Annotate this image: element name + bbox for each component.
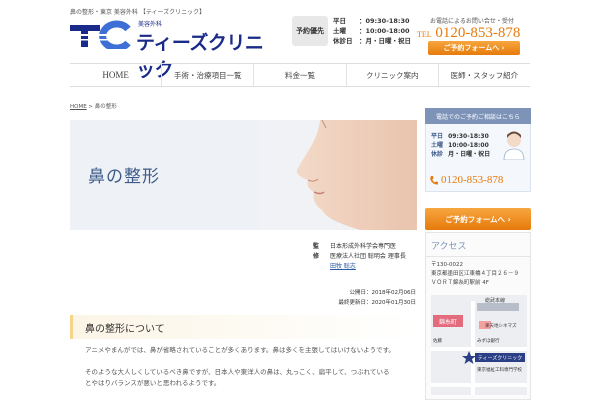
sidebar-reservation-button[interactable]: ご予約フォームへ › bbox=[425, 208, 531, 230]
nav-home[interactable]: HOME bbox=[70, 64, 161, 86]
breadcrumb-current: 鼻の整形 bbox=[94, 104, 117, 110]
sidebar-hours-day: 土曜 bbox=[431, 142, 444, 149]
map-drawing: 錦糸町 総武本線 楽天地シネマズ みずほ銀行 佐藤 ティーズクリニック 東京福祉… bbox=[431, 295, 527, 395]
sidebar-contact: 電話でのご予約ご相談はこちら 平日 09:30-18:30 土曜 10:00-1… bbox=[425, 108, 531, 230]
article-dates: 公開日：2018年02月06日 最終更新日：2020年01月30日 bbox=[334, 288, 417, 308]
breadcrumb-home[interactable]: HOME bbox=[70, 104, 87, 110]
tel-lead: お電話によるお問い合せ・受付 bbox=[430, 18, 514, 25]
breadcrumb-separator: > bbox=[86, 104, 95, 110]
postal-code: 〒130-0022 bbox=[431, 262, 463, 268]
phone-icon bbox=[430, 175, 438, 185]
published-date: 公開日：2018年02月06日 bbox=[349, 290, 417, 296]
map-label-bank: みずほ銀行 bbox=[477, 337, 500, 344]
sidebar-hours-time: 10:00-18:00 bbox=[448, 142, 489, 149]
logo-subtitle: 美容外科 bbox=[138, 21, 163, 28]
chevron-right-icon: › bbox=[501, 44, 505, 52]
breadcrumb: HOME > 鼻の整形 bbox=[70, 102, 117, 110]
nurse-icon bbox=[503, 131, 525, 160]
hero-banner: 鼻の整形 bbox=[70, 120, 417, 230]
hours-day: 平日 bbox=[333, 17, 346, 25]
nav-prices[interactable]: 料金一覧 bbox=[253, 64, 345, 86]
map-label-sato: 佐藤 bbox=[433, 337, 442, 344]
supervisor-name-link[interactable]: 田牧 聡志 bbox=[330, 263, 356, 270]
hours-day: 土曜 bbox=[333, 27, 346, 35]
map-label-line: 総武本線 bbox=[485, 297, 505, 304]
site-tagline: 鼻の整形・東京 美容外科 【ティーズクリニック】 bbox=[70, 9, 206, 16]
sidebar-hours-day: 平日 bbox=[431, 133, 444, 140]
nav-clinic[interactable]: クリニック案内 bbox=[345, 64, 438, 86]
map-label-station: 錦糸町 bbox=[439, 318, 457, 326]
body-paragraph: アニメやまんがでは、鼻が省略されていることが多くあります。鼻は多くを主張してはい… bbox=[85, 346, 395, 354]
header-phone[interactable]: TEL 0120-853-878 bbox=[417, 25, 520, 42]
supervisor-title: 日本形成外科学会専門医 bbox=[330, 243, 397, 250]
reservation-form-button[interactable]: ご予約フォームへ › bbox=[428, 41, 520, 55]
body-paragraph: そのような大人しくしているべき鼻ですが、日本人や東洋人の鼻は、丸っこく、扁平して… bbox=[85, 368, 390, 376]
tc-logo-mark bbox=[70, 20, 132, 49]
nav-staff[interactable]: 医師・スタッフ紹介 bbox=[437, 64, 530, 86]
sidebar-hours-time: 09:30-18:30 bbox=[448, 133, 489, 140]
reservation-form-label: ご予約フォームへ bbox=[443, 44, 500, 52]
access-map[interactable]: 錦糸町 総武本線 楽天地シネマズ みずほ銀行 佐藤 ティーズクリニック 東京福祉… bbox=[431, 295, 527, 395]
access-panel: アクセス 〒130-0022 東京都墨田区江東橋４丁目２６－９ ＶＯＲＴ錦糸町駅… bbox=[425, 232, 531, 400]
face-profile-image bbox=[260, 120, 417, 230]
supervisor-label: 監修 bbox=[313, 243, 320, 260]
hours-time: ：月・日曜・祝日 bbox=[359, 37, 411, 45]
reserve-priority-badge: 予約優先 bbox=[292, 16, 328, 46]
supervisor-title: 医療法人社団 聡明会 理事長 bbox=[330, 253, 406, 260]
sidebar-contact-heading: 電話でのご予約ご相談はこちら bbox=[425, 108, 531, 124]
hours-time: ：09:30-18:30 bbox=[359, 17, 410, 25]
chevron-right-icon: › bbox=[507, 214, 511, 224]
page-title: 鼻の整形 bbox=[88, 167, 160, 187]
clinic-logo[interactable]: 美容外科 ティーズクリニック bbox=[70, 17, 275, 81]
sidebar-phone-number: 0120-853-878 bbox=[441, 174, 504, 186]
sidebar-hours-day: 休診 bbox=[431, 151, 444, 158]
hours-day: 休診日 bbox=[333, 37, 353, 45]
main-nav: HOME 手術・治療項目一覧 料金一覧 クリニック案内 医師・スタッフ紹介 bbox=[70, 63, 530, 87]
section-heading: 鼻の整形について bbox=[70, 315, 417, 339]
phone-number: 0120-853-878 bbox=[435, 25, 521, 41]
nav-treatments[interactable]: 手術・治療項目一覧 bbox=[161, 64, 253, 86]
address-line: 東京都墨田区江東橋４丁目２６－９ bbox=[431, 271, 520, 277]
sidebar-hours-time: 月・日曜・祝日 bbox=[448, 151, 491, 158]
access-title: アクセス bbox=[426, 233, 530, 257]
map-label-school: 東京福祉工科専門学校 bbox=[477, 366, 522, 373]
updated-date: 最終更新日：2020年01月30日 bbox=[338, 300, 417, 306]
sidebar-hours-box: 平日 09:30-18:30 土曜 10:00-18:00 休診 月・日曜・祝日… bbox=[425, 124, 531, 192]
hours-time: ：10:00-18:00 bbox=[359, 27, 410, 35]
map-label-cinema: 楽天地シネマズ bbox=[485, 322, 517, 329]
sidebar-phone[interactable]: 0120-853-878 bbox=[430, 174, 503, 186]
header-hours: 平日 ：09:30-18:30 土曜 ：10:00-18:00 休診日 ：月・日曜・祝… bbox=[333, 16, 411, 46]
body-paragraph: とやはりバランスが悪いと思われるようです。 bbox=[85, 379, 221, 387]
sidebar-reservation-label: ご予約フォームへ bbox=[445, 214, 506, 224]
address-line: ＶＯＲＴ錦糸町駅前 4F bbox=[431, 280, 489, 286]
map-label-clinic: ティーズクリニック bbox=[478, 355, 522, 362]
tel-label: TEL bbox=[417, 30, 432, 39]
